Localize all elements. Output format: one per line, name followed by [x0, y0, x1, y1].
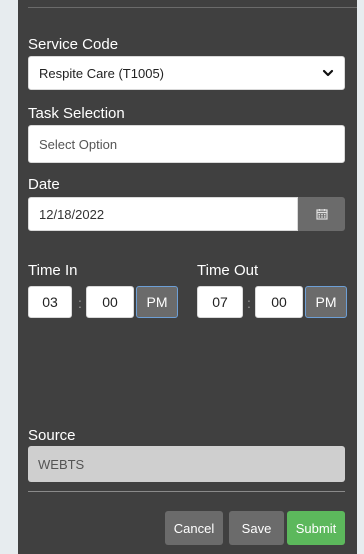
time-in-minute-input[interactable]: 00: [86, 286, 134, 318]
task-selection-input[interactable]: Select Option: [28, 125, 345, 163]
calendar-icon: [315, 209, 328, 220]
service-code-label: Service Code: [28, 36, 119, 53]
top-divider: [28, 7, 357, 8]
source-field: WEBTS: [28, 446, 345, 482]
date-label: Date: [28, 176, 60, 193]
service-code-value: Respite Care (T1005): [39, 65, 164, 81]
cancel-button[interactable]: Cancel: [165, 511, 223, 545]
date-picker-button[interactable]: [298, 197, 345, 231]
time-out-label: Time Out: [197, 262, 259, 279]
time-in-label: Time In: [28, 262, 78, 279]
task-selection-placeholder: Select Option: [39, 136, 118, 152]
save-button[interactable]: Save: [229, 511, 284, 545]
source-label: Source: [28, 427, 76, 444]
time-out-hour-input[interactable]: 07: [197, 286, 243, 318]
date-value: 12/18/2022: [39, 206, 105, 222]
submit-button[interactable]: Submit: [287, 511, 345, 545]
timesheet-entry-panel: Service Code Respite Care (T1005) Task S…: [18, 0, 357, 554]
service-code-select[interactable]: Respite Care (T1005): [28, 56, 345, 90]
time-out-separator: :: [247, 295, 251, 311]
time-in-hour-input[interactable]: 03: [28, 286, 72, 318]
time-out-minute-input[interactable]: 00: [255, 286, 303, 318]
task-selection-label: Task Selection: [28, 105, 125, 122]
source-value: WEBTS: [38, 456, 85, 472]
date-input[interactable]: 12/18/2022: [28, 197, 298, 231]
time-out-period-toggle[interactable]: PM: [305, 286, 347, 318]
time-in-separator: :: [78, 295, 82, 311]
time-in-period-toggle[interactable]: PM: [136, 286, 178, 318]
chevron-down-icon: [322, 69, 334, 77]
footer-divider: [28, 491, 345, 492]
